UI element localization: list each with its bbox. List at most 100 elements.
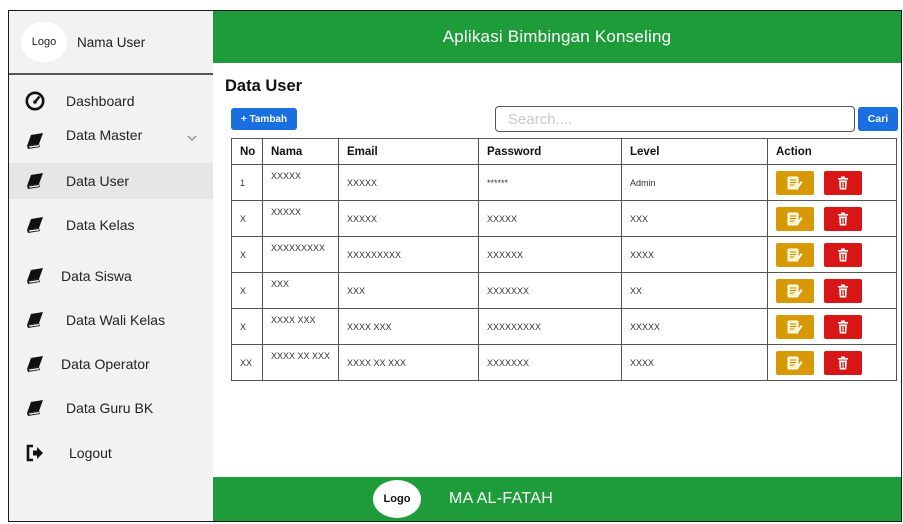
- table-row: XX XXXX XX XXX XXXX XX XXX XXXXXXX XXXX: [231, 344, 897, 381]
- delete-button[interactable]: [824, 278, 862, 303]
- app-window: Logo Nama User Dashboard Data Master Dat…: [8, 10, 902, 522]
- book-icon: [27, 217, 43, 233]
- cell-email: XXXXX: [338, 164, 479, 201]
- table-row: X XXXXX XXXXX XXXXX XXX: [231, 200, 897, 237]
- table-row: X XXX XXX XXXXXXX XX: [231, 272, 897, 309]
- cell-level: XXXX: [621, 344, 768, 381]
- edit-icon: [787, 212, 803, 225]
- cell-nama: XXXXXXXXX: [262, 236, 339, 273]
- cell-email: XXXX XXX: [338, 308, 479, 345]
- row-actions: [776, 242, 896, 267]
- delete-button[interactable]: [824, 242, 862, 267]
- cell-password: ******: [478, 164, 622, 201]
- edit-button[interactable]: [776, 242, 814, 267]
- trash-icon: [838, 248, 848, 261]
- book-icon: [27, 268, 43, 284]
- cell-password: XXXXX: [478, 200, 622, 237]
- row-actions: [776, 314, 896, 339]
- sidebar-item-data-user[interactable]: Data User: [9, 163, 213, 199]
- edit-icon: [787, 284, 803, 297]
- sidebar-item-data-master[interactable]: Data Master: [9, 117, 213, 153]
- search-input[interactable]: Search....: [495, 106, 855, 132]
- cell-action: [767, 236, 897, 273]
- row-actions: [776, 350, 896, 375]
- sidebar-item-data-siswa[interactable]: Data Siswa: [9, 258, 213, 294]
- cell-password: XXXXXXX: [478, 344, 622, 381]
- sidebar-item-data-kelas[interactable]: Data Kelas: [9, 207, 213, 243]
- cell-nama: XXX: [262, 272, 339, 309]
- sidebar-item-label: Data Operator: [61, 356, 150, 372]
- row-actions: [776, 206, 896, 231]
- trash-icon: [838, 320, 848, 333]
- cell-action: [767, 200, 897, 237]
- speedometer-icon: [25, 91, 45, 111]
- delete-button[interactable]: [824, 314, 862, 339]
- edit-button[interactable]: [776, 206, 814, 231]
- cell-password: XXXXXXXXX: [478, 308, 622, 345]
- footer-logo: Logo: [373, 480, 421, 518]
- cell-action: [767, 344, 897, 381]
- sidebar-item-label: Data Wali Kelas: [66, 312, 166, 328]
- column-header: Password: [478, 138, 622, 165]
- table-header-row: No Nama Email Password Level Action: [231, 138, 897, 165]
- logout-icon: [26, 444, 43, 462]
- book-icon: [27, 356, 43, 372]
- edit-icon: [787, 176, 803, 189]
- column-header: No: [231, 138, 263, 165]
- sidebar-item-logout[interactable]: Logout: [9, 435, 213, 471]
- delete-button[interactable]: [824, 206, 862, 231]
- cell-email: XXXXX: [338, 200, 479, 237]
- edit-button[interactable]: [776, 350, 814, 375]
- table-row: 1 XXXXX XXXXX ****** Admin: [231, 164, 897, 201]
- cell-level: Admin: [621, 164, 768, 201]
- cell-action: [767, 308, 897, 345]
- book-icon: [27, 173, 43, 189]
- cell-password: XXXXXXX: [478, 272, 622, 309]
- app-header: Aplikasi Bimbingan Konseling: [213, 11, 901, 63]
- trash-icon: [838, 284, 848, 297]
- trash-icon: [838, 356, 848, 369]
- cell-nama: XXXX XXX: [262, 308, 339, 345]
- edit-button[interactable]: [776, 314, 814, 339]
- row-actions: [776, 278, 896, 303]
- edit-icon: [787, 356, 803, 369]
- trash-icon: [838, 212, 848, 225]
- table-row: X XXXXXXXXX XXXXXXXXX XXXXXX XXXX: [231, 236, 897, 273]
- cell-no: X: [231, 308, 263, 345]
- sidebar-item-dashboard[interactable]: Dashboard: [9, 83, 213, 119]
- trash-icon: [838, 176, 848, 189]
- cell-level: XXXXX: [621, 308, 768, 345]
- search-button[interactable]: Cari: [858, 107, 898, 131]
- app-title: Aplikasi Bimbingan Konseling: [442, 27, 672, 46]
- sidebar-item-label: Logout: [69, 445, 112, 461]
- cell-no: X: [231, 272, 263, 309]
- school-name: MA AL-FATAH: [449, 490, 554, 507]
- chevron-down-icon[interactable]: [187, 133, 197, 143]
- delete-button[interactable]: [824, 350, 862, 375]
- book-icon: [27, 133, 43, 149]
- column-header: Email: [338, 138, 479, 165]
- edit-button[interactable]: [776, 170, 814, 195]
- cell-nama: XXXXX: [262, 200, 339, 237]
- cell-email: XXXX XX XXX: [338, 344, 479, 381]
- page-title: Data User: [225, 77, 303, 95]
- sidebar-item-label: Data User: [66, 173, 130, 189]
- add-button[interactable]: + Tambah: [231, 108, 297, 130]
- sidebar-item-data-wali-kelas[interactable]: Data Wali Kelas: [9, 302, 213, 338]
- user-name: Nama User: [77, 34, 146, 50]
- sidebar-item-label: Data Master: [66, 127, 143, 143]
- column-header: Nama: [262, 138, 339, 165]
- sidebar-item-label: Dashboard: [66, 93, 135, 109]
- edit-icon: [787, 248, 803, 261]
- sidebar-logo: Logo: [21, 22, 67, 62]
- sidebar-item-data-guru-bk[interactable]: Data Guru BK: [9, 390, 213, 426]
- cell-email: XXX: [338, 272, 479, 309]
- cell-no: XX: [231, 344, 263, 381]
- cell-no: 1: [231, 164, 263, 201]
- row-actions: [776, 170, 896, 195]
- edit-button[interactable]: [776, 278, 814, 303]
- delete-button[interactable]: [824, 170, 862, 195]
- sidebar-item-data-operator[interactable]: Data Operator: [9, 346, 213, 382]
- sidebar-item-label: Data Siswa: [61, 268, 132, 284]
- edit-icon: [787, 320, 803, 333]
